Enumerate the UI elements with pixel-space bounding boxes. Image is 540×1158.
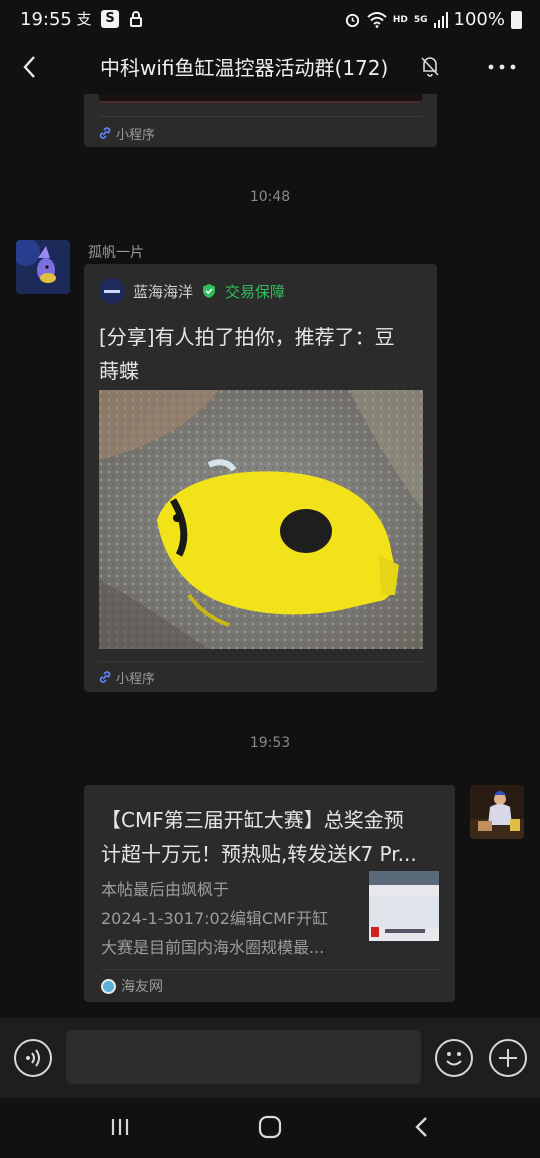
share-title-line2: 蒔蝶 [99,359,139,383]
card-divider [99,661,422,662]
wifi-icon [367,11,387,28]
article-desc-line2: 2024-1-3017:02编辑CMF开缸 [101,909,329,928]
s-app-icon: S [101,10,119,28]
battery-icon [511,10,522,29]
chat-area[interactable]: 小程序 10:48 孤帆一片 蓝海海洋 交易保障 [分享]有人拍了拍你，推荐了：… [0,94,540,1018]
status-bar: 19:55 支 S HD 5G 100% [0,0,540,40]
more-icon[interactable] [484,54,520,80]
input-bar [0,1018,540,1098]
mini-program-footer: 小程序 [98,666,155,688]
recents-icon[interactable] [105,1112,135,1142]
more-functions-button[interactable] [489,1039,527,1077]
partial-image [99,94,422,103]
alarm-icon [345,13,359,28]
mini-program-icon [99,671,111,683]
timestamp-2: 19:53 [249,735,291,751]
mini-program-footer: 小程序 [98,122,155,144]
article-source: 海友网 [121,979,163,995]
lock-icon [130,11,142,27]
voice-icon [26,1049,40,1067]
timestamp-1: 10:48 [249,189,291,205]
signal-icon [433,11,448,28]
fish-avatar-image [16,240,70,294]
shop-logo [99,278,125,304]
article-link-card[interactable]: 【CMF第三届开缸大赛】总奖金预 计超十万元！预热贴,转发送K7 Pr... 本… [84,785,455,1002]
back-icon[interactable] [14,50,48,84]
hd-tag: HD [392,14,408,25]
butterflyfish-image [99,390,423,649]
mini-program-label: 小程序 [116,127,156,143]
mini-program-icon [99,127,111,139]
back-nav-icon[interactable] [407,1112,437,1142]
article-title-line1: 【CMF第三届开缸大赛】总奖金预 [101,808,404,832]
battery-percent: 100% [453,9,505,30]
chat-title: 中科wifi鱼缸温控器活动群(172) [100,56,389,80]
mini-program-label: 小程序 [116,671,156,687]
guarantee-label: 交易保障 [225,282,286,301]
article-desc-line3: 大赛是目前国内海水圈规模最... [101,938,325,957]
mini-program-share-card[interactable]: 蓝海海洋 交易保障 [分享]有人拍了拍你，推荐了：豆 蒔蝶 小程序 [84,264,437,692]
alipay-icon: 支 [76,10,92,28]
article-source-row: 海友网 [101,975,163,997]
signal-label: 5G [413,14,428,25]
card-divider [99,116,422,117]
sender-avatar-1[interactable] [16,240,70,294]
article-desc-line1: 本帖最后由飒枫于 [101,880,230,899]
status-time: 19:55 [20,9,72,30]
mute-bell-icon [421,57,439,77]
status-right: HD 5G 100% [344,9,522,30]
self-avatar[interactable] [470,785,524,839]
mini-program-card-partial[interactable]: 小程序 [84,94,437,147]
card-divider [101,969,439,970]
status-left-icons: 支 S [75,10,145,28]
shield-check-icon [203,284,216,298]
emoji-button[interactable] [435,1039,473,1077]
home-icon[interactable] [255,1112,285,1142]
person-avatar-image [470,785,524,839]
voice-input-button[interactable] [14,1039,52,1077]
shop-row: 蓝海海洋 交易保障 [99,278,285,304]
system-nav-bar [0,1098,540,1158]
share-title-line1: [分享]有人拍了拍你，推荐了：豆 [99,325,395,349]
screen: 19:55 支 S HD 5G 100% 中科wifi鱼缸温控器活动群(172) [0,0,540,1158]
smiley-icon [446,1052,462,1066]
shop-name: 蓝海海洋 [133,282,194,301]
plus-icon [499,1049,517,1067]
article-thumbnail [369,871,439,941]
sender-name: 孤帆一片 [88,245,144,261]
source-logo-icon [101,978,116,994]
article-title-line2: 计超十万元！预热贴,转发送K7 Pr... [101,842,417,866]
message-input[interactable] [66,1030,421,1084]
title-bar: 中科wifi鱼缸温控器活动群(172) [0,40,540,94]
